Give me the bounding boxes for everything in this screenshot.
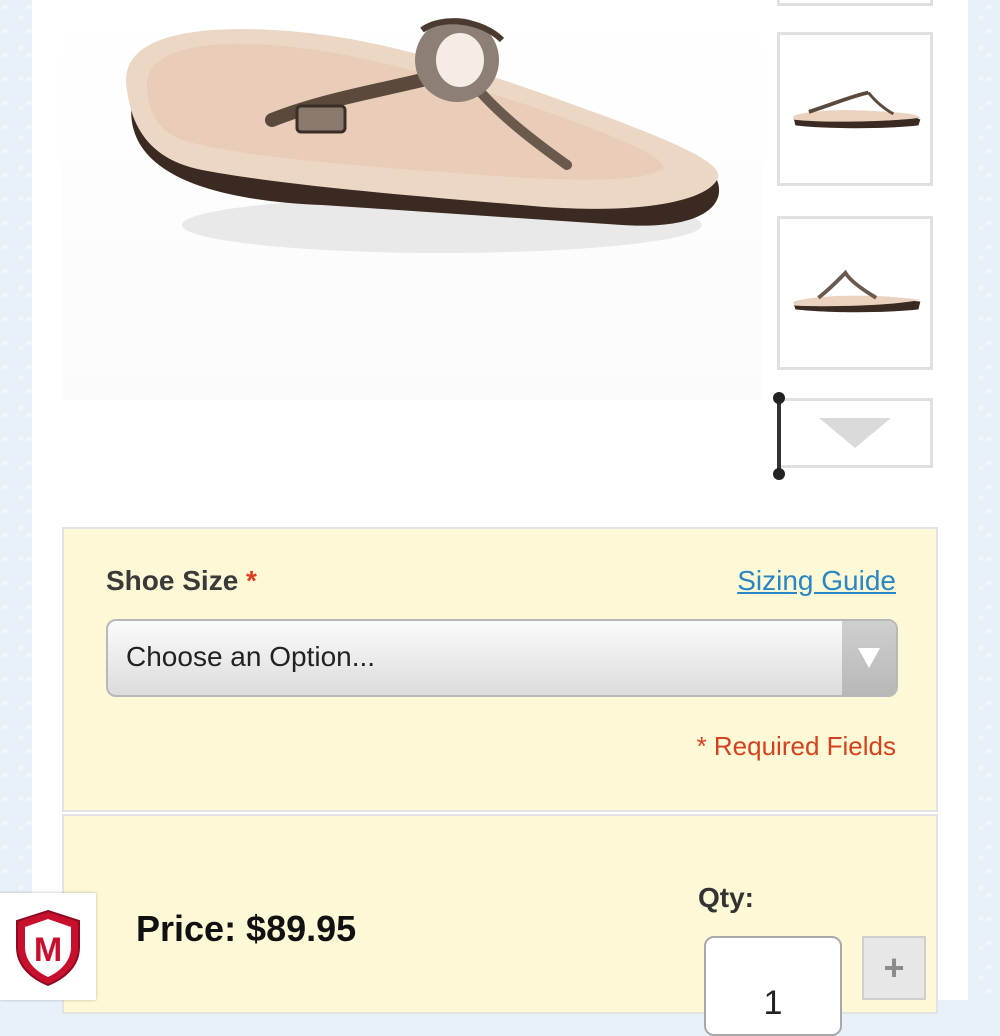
shoe-size-label-text: Shoe Size — [106, 565, 239, 596]
shoe-size-select-value: Choose an Option... — [126, 641, 376, 672]
thumbnail-front-view[interactable] — [777, 216, 933, 370]
sizing-guide-link[interactable]: Sizing Guide — [737, 565, 896, 597]
mcafee-letter: M — [34, 931, 62, 969]
thumbnail-previous-edge[interactable] — [777, 0, 933, 6]
purchase-panel: Price: $89.95 Qty: 1 + — [62, 814, 938, 1036]
product-main-image[interactable] — [62, 0, 762, 400]
plus-icon: + — [883, 947, 905, 988]
product-options-panel: Shoe Size * Sizing Guide Choose an Optio… — [62, 527, 938, 812]
product-page: Shoe Size * Sizing Guide Choose an Optio… — [32, 0, 968, 1036]
required-fields-note: * Required Fields — [696, 731, 896, 761]
chevron-down-icon — [858, 648, 880, 668]
quantity-input[interactable]: 1 — [704, 936, 842, 1036]
mcafee-secure-badge[interactable]: M — [0, 893, 96, 1000]
required-asterisk: * — [246, 565, 257, 596]
select-dropdown-toggle[interactable] — [842, 621, 896, 695]
quantity-label: Qty: — [698, 882, 754, 913]
text-selection-handle[interactable] — [773, 392, 785, 480]
thumbnail-side-view[interactable] — [777, 32, 933, 186]
chevron-down-icon — [819, 418, 891, 448]
sandal-side-thumbnail — [793, 90, 921, 129]
thumbnail-scroll-down-button[interactable] — [777, 398, 933, 468]
quantity-increase-button[interactable]: + — [862, 936, 926, 1000]
shoe-size-label: Shoe Size * — [106, 565, 257, 597]
sandal-front-thumbnail — [793, 269, 921, 313]
sandal-illustration — [125, 18, 720, 253]
shoe-size-select[interactable]: Choose an Option... — [106, 619, 898, 697]
product-price: Price: $89.95 — [136, 908, 357, 949]
mcafee-shield-icon: M — [16, 909, 80, 986]
